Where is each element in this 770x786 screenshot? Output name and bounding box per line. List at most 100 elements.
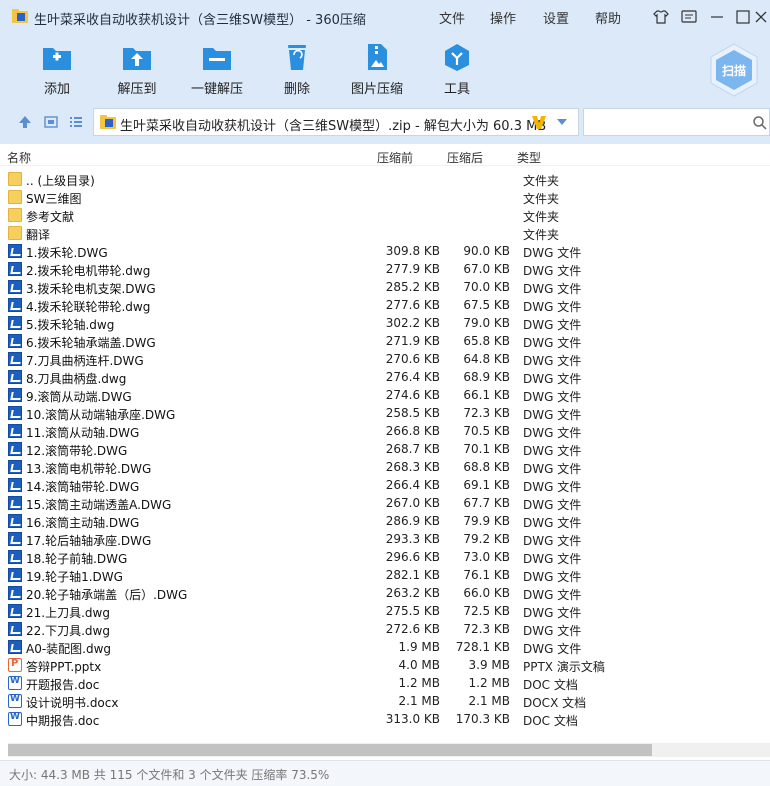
list-item[interactable]: 2.拨禾轮电机带轮.dwg 277.9 KB 67.0 KB DWG 文件 xyxy=(0,260,660,278)
menu-operation[interactable]: 操作 xyxy=(490,8,516,27)
extract-to-button[interactable]: 解压到 xyxy=(102,42,172,100)
thumbnail-view-icon[interactable] xyxy=(43,114,59,130)
file-name: 17.轮后轴轴承座.DWG xyxy=(26,534,152,548)
chevron-down-icon[interactable] xyxy=(556,118,568,126)
dwg-file-icon xyxy=(8,622,22,636)
extract-to-label: 解压到 xyxy=(117,82,157,97)
file-packed-size: 70.1 KB xyxy=(463,442,510,456)
list-item[interactable]: 19.轮子轴1.DWG 282.1 KB 76.1 KB DWG 文件 xyxy=(0,566,660,584)
menu-settings[interactable]: 设置 xyxy=(543,8,569,27)
window-title: 生叶菜采收自动收获机设计（含三维SW模型） - 360压缩 xyxy=(34,13,366,28)
image-compress-button[interactable]: 图片压缩 xyxy=(342,42,412,100)
file-size: 274.6 KB xyxy=(385,388,440,402)
list-item[interactable]: 1.拨禾轮.DWG 309.8 KB 90.0 KB DWG 文件 xyxy=(0,242,660,260)
list-item[interactable]: 中期报告.doc 313.0 KB 170.3 KB DOC 文档 xyxy=(0,710,660,728)
list-item[interactable]: 6.拨禾轮轴承端盖.DWG 271.9 KB 65.8 KB DWG 文件 xyxy=(0,332,660,350)
list-item[interactable]: 14.滚筒轴带轮.DWG 266.4 KB 69.1 KB DWG 文件 xyxy=(0,476,660,494)
dwg-file-icon xyxy=(8,244,22,258)
list-item[interactable]: 10.滚筒从动端轴承座.DWG 258.5 KB 72.3 KB DWG 文件 xyxy=(0,404,660,422)
column-type[interactable]: 类型 xyxy=(517,149,541,166)
menu-file[interactable]: 文件 xyxy=(439,8,465,27)
list-item[interactable]: 9.滚筒从动端.DWG 274.6 KB 66.1 KB DWG 文件 xyxy=(0,386,660,404)
file-packed-size: 67.5 KB xyxy=(463,298,510,312)
list-item[interactable]: 3.拨禾轮电机支架.DWG 285.2 KB 70.0 KB DWG 文件 xyxy=(0,278,660,296)
toolbar: 添加 解压到 一键解压 删除 图片压缩 工具 xyxy=(0,34,770,104)
file-name: 2.拨禾轮电机带轮.dwg xyxy=(26,264,151,278)
dwg-file-icon xyxy=(8,316,22,330)
file-type: DWG 文件 xyxy=(523,624,582,638)
one-click-extract-button[interactable]: 一键解压 xyxy=(182,42,252,100)
horizontal-scrollbar[interactable] xyxy=(8,743,770,757)
list-item[interactable]: 12.滚筒带轮.DWG 268.7 KB 70.1 KB DWG 文件 xyxy=(0,440,660,458)
dwg-file-icon xyxy=(8,388,22,402)
address-field[interactable]: 生叶菜采收自动收获机设计（含三维SW模型）.zip - 解包大小为 60.3 M… xyxy=(93,108,579,136)
file-type: DWG 文件 xyxy=(523,246,582,260)
search-icon[interactable] xyxy=(752,115,768,131)
list-item[interactable]: 18.轮子前轴.DWG 296.6 KB 73.0 KB DWG 文件 xyxy=(0,548,660,566)
doc-file-icon xyxy=(8,694,22,708)
file-name: 4.拨禾轮联轮带轮.dwg xyxy=(26,300,151,314)
file-size: 266.8 KB xyxy=(385,424,440,438)
list-item[interactable]: 参考文献 文件夹 xyxy=(0,206,660,224)
list-item[interactable]: 13.滚筒电机带轮.DWG 268.3 KB 68.8 KB DWG 文件 xyxy=(0,458,660,476)
delete-button[interactable]: 删除 xyxy=(262,42,332,100)
dwg-file-icon xyxy=(8,424,22,438)
search-input[interactable] xyxy=(583,108,770,136)
file-packed-size: 68.8 KB xyxy=(463,460,510,474)
dwg-file-icon xyxy=(8,478,22,492)
file-packed-size: 67.7 KB xyxy=(463,496,510,510)
column-name[interactable]: 名称 xyxy=(7,149,31,166)
dwg-file-icon xyxy=(8,496,22,510)
folder-file-icon xyxy=(8,190,22,204)
list-item[interactable]: 11.滚筒从动轴.DWG 266.8 KB 70.5 KB DWG 文件 xyxy=(0,422,660,440)
file-type: DOC 文档 xyxy=(523,678,578,692)
dwg-file-icon xyxy=(8,514,22,528)
list-item[interactable]: 15.滚筒主动端透盖A.DWG 267.0 KB 67.7 KB DWG 文件 xyxy=(0,494,660,512)
up-arrow-icon[interactable] xyxy=(17,114,33,130)
file-type: DWG 文件 xyxy=(523,642,582,656)
feedback-icon[interactable] xyxy=(680,8,698,26)
list-item[interactable]: 17.轮后轴轴承座.DWG 293.3 KB 79.2 KB DWG 文件 xyxy=(0,530,660,548)
list-item[interactable]: 5.拨禾轮轴.dwg 302.2 KB 79.0 KB DWG 文件 xyxy=(0,314,660,332)
maximize-icon[interactable] xyxy=(734,8,752,26)
list-item[interactable]: 8.刀具曲柄盘.dwg 276.4 KB 68.9 KB DWG 文件 xyxy=(0,368,660,386)
file-name: 15.滚筒主动端透盖A.DWG xyxy=(26,498,172,512)
list-item[interactable]: 开题报告.doc 1.2 MB 1.2 MB DOC 文档 xyxy=(0,674,660,692)
one-click-extract-label: 一键解压 xyxy=(190,82,243,97)
close-icon[interactable] xyxy=(752,8,770,26)
file-packed-size: 70.5 KB xyxy=(463,424,510,438)
list-item[interactable]: 翻译 文件夹 xyxy=(0,224,660,242)
scan-label: 扫描 xyxy=(722,63,746,78)
file-size: 266.4 KB xyxy=(385,478,440,492)
list-item[interactable]: A0-装配图.dwg 1.9 MB 728.1 KB DWG 文件 xyxy=(0,638,660,656)
list-item[interactable]: SW三维图 文件夹 xyxy=(0,188,660,206)
menu-help[interactable]: 帮助 xyxy=(595,8,621,27)
file-size: 4.0 MB xyxy=(398,658,440,672)
list-item[interactable]: 21.上刀具.dwg 275.5 KB 72.5 KB DWG 文件 xyxy=(0,602,660,620)
list-item[interactable]: 4.拨禾轮联轮带轮.dwg 277.6 KB 67.5 KB DWG 文件 xyxy=(0,296,660,314)
scan-button[interactable]: 扫描 xyxy=(706,42,762,98)
add-button[interactable]: 添加 xyxy=(22,42,92,100)
list-item[interactable]: .. (上级目录) 文件夹 xyxy=(0,170,660,188)
file-list: .. (上级目录) 文件夹 SW三维图 文件夹 参考文献 文件夹 翻译 文件夹 1.拨禾轮.DW… xyxy=(0,170,770,742)
address-text: 生叶菜采收自动收获机设计（含三维SW模型）.zip - 解包大小为 60.3 M… xyxy=(120,119,547,134)
scrollbar-thumb[interactable] xyxy=(8,744,652,756)
minimize-icon[interactable] xyxy=(708,8,726,26)
verified-v-icon[interactable] xyxy=(530,113,548,131)
column-packed[interactable]: 压缩后 xyxy=(447,149,483,166)
file-name: 中期报告.doc xyxy=(26,714,100,728)
list-item[interactable]: 16.滚筒主动轴.DWG 286.9 KB 79.9 KB DWG 文件 xyxy=(0,512,660,530)
list-item[interactable]: 7.刀具曲柄连杆.DWG 270.6 KB 64.8 KB DWG 文件 xyxy=(0,350,660,368)
tools-button[interactable]: 工具 xyxy=(422,42,492,100)
file-name: 设计说明书.docx xyxy=(26,696,119,710)
file-type: DWG 文件 xyxy=(523,462,582,476)
list-view-icon[interactable] xyxy=(68,114,84,130)
file-name: 5.拨禾轮轴.dwg xyxy=(26,318,115,332)
list-item[interactable]: 设计说明书.docx 2.1 MB 2.1 MB DOCX 文档 xyxy=(0,692,660,710)
column-size[interactable]: 压缩前 xyxy=(377,149,413,166)
list-item[interactable]: 答辩PPT.pptx 4.0 MB 3.9 MB PPTX 演示文稿 xyxy=(0,656,660,674)
list-item[interactable]: 20.轮子轴承端盖（后）.DWG 263.2 KB 66.0 KB DWG 文件 xyxy=(0,584,660,602)
list-item[interactable]: 22.下刀具.dwg 272.6 KB 72.3 KB DWG 文件 xyxy=(0,620,660,638)
tools-icon xyxy=(445,44,469,71)
skin-shirt-icon[interactable] xyxy=(652,8,670,26)
